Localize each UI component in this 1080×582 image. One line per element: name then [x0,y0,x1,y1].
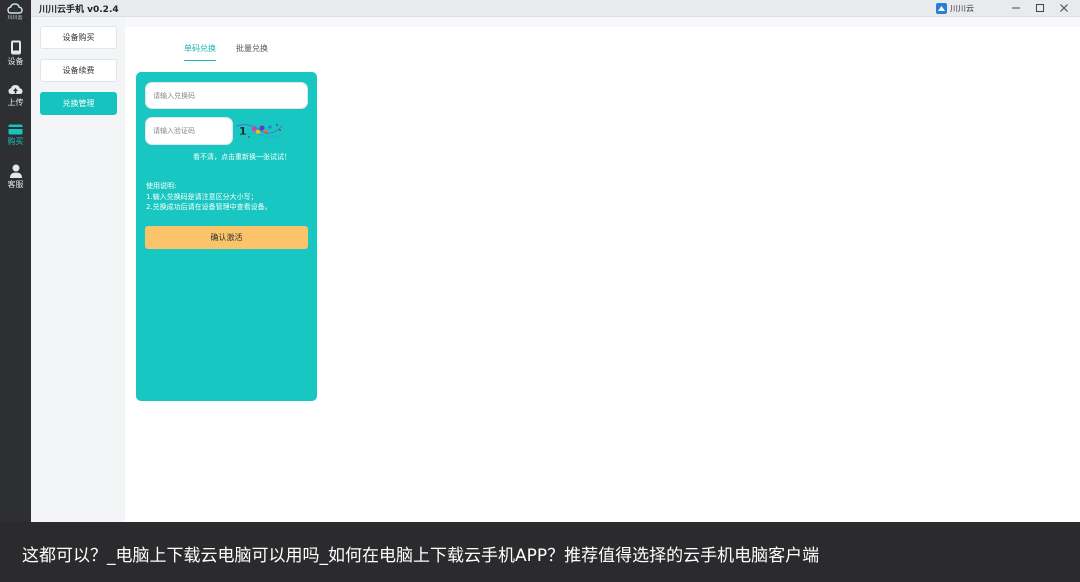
confirm-activate-button[interactable]: 确认激活 [145,226,308,249]
support-icon [9,164,22,178]
app-logo: 川川云 [3,3,27,25]
captcha-input[interactable]: 请输入验证码 [145,117,233,145]
phone-icon [10,40,21,55]
sub-nav: 设备购买 设备续费 兑换管理 [31,17,125,522]
captcha-refresh-hint[interactable]: 看不清，点击重新换一张试试！ [193,152,291,162]
tab-single-redeem[interactable]: 单码兑换 [184,43,216,61]
tab-batch-redeem[interactable]: 批量兑换 [236,43,268,60]
caption-bar: 这都可以？_电脑上下载云电脑可以用吗_如何在电脑上下载云手机APP？推荐值得选择… [0,522,1080,582]
main-top-strip [125,17,1080,27]
nav-label-purchase: 购买 [7,137,24,146]
brand-label: 川川云 [950,4,974,13]
usage-line-2: 2.兑换成功后请在设备管理中查看设备。 [146,203,272,211]
redeem-code-input[interactable]: 请输入兑换码 [145,82,308,109]
close-icon [1060,4,1068,12]
nav-item-device[interactable]: 设备 [0,40,31,72]
nav-label-device: 设备 [7,57,24,66]
subnav-device-renewal[interactable]: 设备续费 [40,59,117,82]
logo-text: 川川云 [7,15,23,21]
nav-label-support: 客服 [7,180,24,189]
title-bar: 川川云手机 v0.2.4 川川云 [31,0,1080,17]
captcha-graphic-icon: 1 [235,124,283,139]
maximize-button[interactable] [1029,0,1051,16]
card-icon [8,124,23,135]
nav-label-upload: 上传 [7,98,24,107]
maximize-icon [1036,4,1044,12]
captcha-image[interactable]: 1 [234,120,284,140]
brand-badge: 川川云 [936,1,974,16]
usage-instructions: 使用说明: 1.输入兑换码是请注意区分大小写； 2.兑换成功后请在设备管理中查看… [146,181,272,213]
subnav-device-purchase[interactable]: 设备购买 [40,26,117,49]
nav-item-upload[interactable]: 上传 [0,84,31,116]
app-title: 川川云手机 v0.2.4 [39,5,119,15]
subnav-redeem-management[interactable]: 兑换管理 [40,92,117,115]
captcha-char: 1 [239,125,247,138]
minimize-button[interactable] [1005,0,1027,16]
brand-logo-icon [936,3,947,14]
left-nav-bar: 川川云 设备 上传 购买 客服 [0,0,31,582]
nav-item-purchase[interactable]: 购买 [0,124,31,156]
minimize-icon [1012,7,1020,9]
usage-title: 使用说明: [146,182,177,190]
caption-text: 这都可以？_电脑上下载云电脑可以用吗_如何在电脑上下载云手机APP？推荐值得选择… [22,546,820,566]
usage-line-1: 1.输入兑换码是请注意区分大小写； [146,192,258,201]
cloud-upload-icon [8,85,23,94]
close-button[interactable] [1053,0,1075,16]
nav-item-support[interactable]: 客服 [0,164,31,196]
